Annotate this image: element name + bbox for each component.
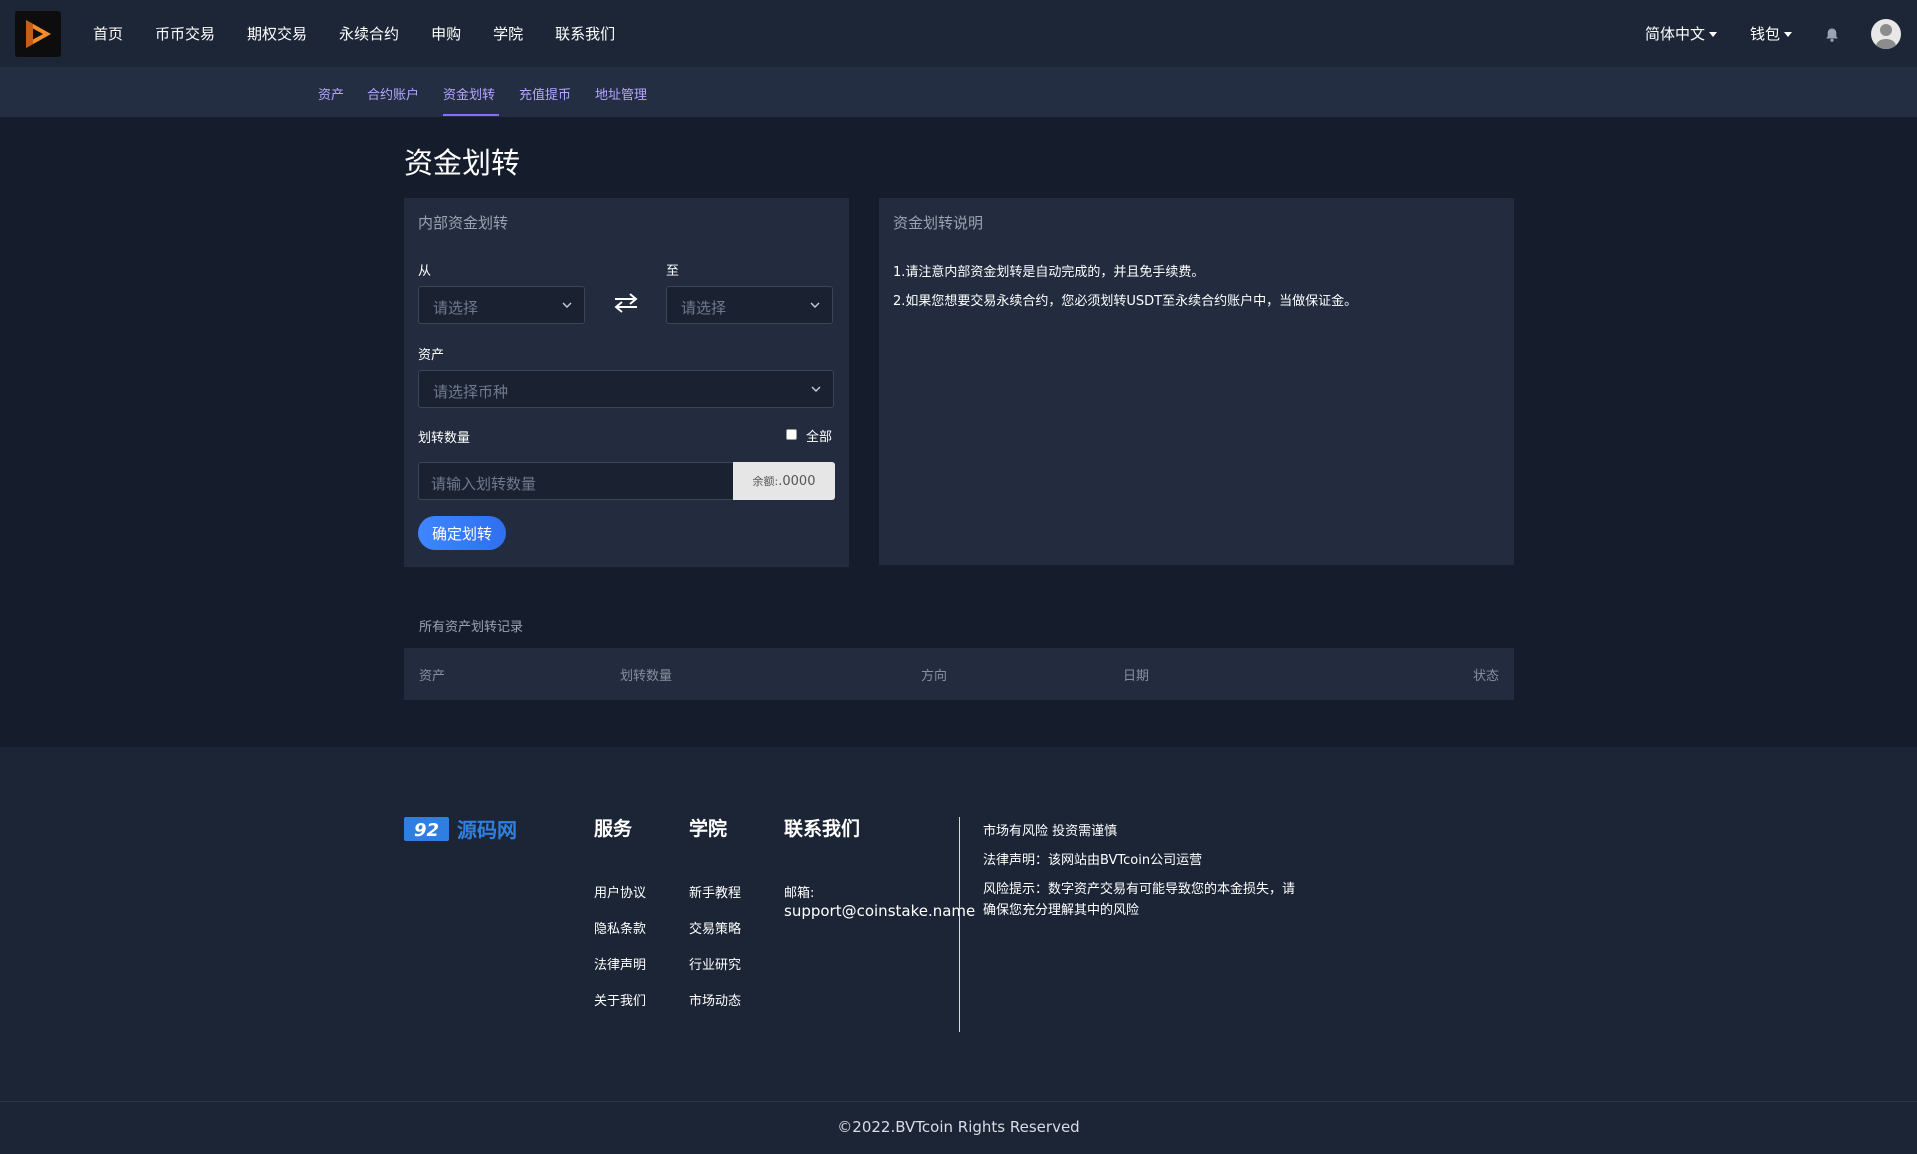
footer-link-beginner[interactable]: 新手教程 [689, 882, 741, 901]
wallet-label: 钱包 [1750, 25, 1781, 43]
chevron-down-icon [811, 386, 821, 392]
transfer-notes-panel: 资金划转说明 1.请注意内部资金划转是自动完成的，并且免手续费。 2.如果您想要… [879, 198, 1514, 565]
nav-perpetual[interactable]: 永续合约 [339, 23, 399, 44]
asset-label: 资产 [418, 348, 445, 363]
chevron-down-icon [810, 302, 820, 308]
to-select[interactable]: 请选择 [666, 286, 833, 324]
balance-label: 余额: [752, 475, 779, 488]
nav-subscribe[interactable]: 申购 [431, 23, 461, 44]
footer-academy-title: 学院 [689, 818, 728, 840]
footer-divider [959, 817, 960, 1032]
notes-list: 1.请注意内部资金划转是自动完成的，并且免手续费。 2.如果您想要交易永续合约，… [893, 258, 1357, 316]
confirm-transfer-button[interactable]: 确定划转 [418, 516, 506, 550]
from-select-placeholder: 请选择 [433, 299, 479, 317]
footer-link-about[interactable]: 关于我们 [594, 990, 646, 1009]
all-label: 全部 [806, 430, 833, 445]
subnav-address-management[interactable]: 地址管理 [595, 84, 647, 103]
from-select[interactable]: 请选择 [418, 286, 585, 324]
column-date: 日期 [1123, 669, 1150, 684]
footer-note: 市场有风险 投资需谨慎 [983, 824, 1118, 839]
subnav-fund-transfer[interactable]: 资金划转 [443, 84, 495, 103]
swap-icon[interactable] [611, 291, 641, 315]
nav-academy[interactable]: 学院 [493, 23, 523, 44]
main-nav: 首页 币币交易 期权交易 永续合约 申购 学院 联系我们 [93, 0, 647, 67]
amount-label: 划转数量 [418, 431, 471, 446]
footer-link-research[interactable]: 行业研究 [689, 954, 741, 973]
footer-note: 确保您充分理解其中的风险 [983, 903, 1140, 918]
logo-icon [26, 20, 51, 48]
asset-select[interactable]: 请选择币种 [418, 370, 834, 408]
svg-text:92: 92 [414, 820, 439, 841]
column-status: 状态 [1472, 669, 1499, 684]
bell-icon[interactable] [1824, 27, 1840, 43]
logo[interactable] [15, 11, 61, 57]
footer-services-title: 服务 [594, 818, 633, 840]
transfer-panel: 内部资金划转 从 至 请选择 请选择 资产 请选择币种 划转数量 全部 请输入划… [404, 198, 849, 567]
subnav-assets[interactable]: 资产 [318, 84, 344, 103]
nav-options-trading[interactable]: 期权交易 [247, 23, 307, 44]
wallet-dropdown[interactable]: 钱包 [1750, 23, 1793, 44]
chevron-down-icon [1784, 32, 1793, 37]
to-select-placeholder: 请选择 [681, 299, 727, 317]
nav-contact[interactable]: 联系我们 [555, 23, 615, 44]
footer-note: 风险提示：数字资产交易有可能导致您的本金损失，请 [983, 882, 1296, 897]
footer-link-market-news[interactable]: 市场动态 [689, 990, 741, 1009]
footer-note: 法律声明：该网站由BVTcoin公司运营 [983, 853, 1203, 868]
nav-spot-trading[interactable]: 币币交易 [155, 23, 215, 44]
balance-value: .0000 [778, 473, 816, 489]
active-tab-indicator [443, 114, 499, 116]
amount-input-placeholder: 请输入划转数量 [431, 475, 537, 493]
balance-display: 余额: .0000 [733, 462, 835, 500]
user-icon [1876, 24, 1896, 49]
language-dropdown[interactable]: 简体中文 [1645, 23, 1718, 44]
footer-contact-title: 联系我们 [784, 818, 861, 840]
column-amount: 划转数量 [620, 669, 673, 684]
transfer-panel-title: 内部资金划转 [418, 214, 509, 232]
column-direction: 方向 [921, 669, 948, 684]
from-label: 从 [418, 264, 432, 279]
notes-title: 资金划转说明 [893, 214, 984, 232]
all-checkbox[interactable] [786, 429, 797, 440]
footer-email[interactable]: support@coinstake.name [784, 902, 975, 920]
note-line: 1.请注意内部资金划转是自动完成的，并且免手续费。 [893, 265, 1205, 280]
nav-home[interactable]: 首页 [93, 23, 123, 44]
svg-text:源码网: 源码网 [457, 818, 517, 842]
amount-input[interactable]: 请输入划转数量 [418, 462, 738, 500]
footer: 92 源码网 服务 用户协议 隐私条款 法律声明 关于我们 学院 新手教程 交易… [0, 747, 1917, 1101]
avatar[interactable] [1871, 19, 1901, 49]
copyright-bar: ©2022.BVTcoin Rights Reserved [0, 1101, 1917, 1154]
footer-link-strategy[interactable]: 交易策略 [689, 918, 741, 937]
language-label: 简体中文 [1645, 25, 1706, 43]
chevron-down-icon [1709, 32, 1718, 37]
footer-email-label: 邮箱: [784, 886, 815, 901]
sub-navbar: 资产 合约账户 资金划转 充值提币 地址管理 [0, 67, 1917, 117]
footer-link-privacy[interactable]: 隐私条款 [594, 918, 646, 937]
subnav-deposit-withdraw[interactable]: 充值提币 [519, 84, 571, 103]
footer-link-user-agreement[interactable]: 用户协议 [594, 882, 646, 901]
records-table-header: 资产 划转数量 方向 日期 状态 [404, 648, 1514, 700]
records-title: 所有资产划转记录 [419, 620, 524, 635]
chevron-down-icon [562, 302, 572, 308]
page-title: 资金划转 [404, 146, 521, 180]
copyright: ©2022.BVTcoin Rights Reserved [837, 1118, 1080, 1136]
column-asset: 资产 [419, 669, 446, 684]
to-label: 至 [666, 264, 680, 279]
footer-link-legal[interactable]: 法律声明 [594, 954, 646, 973]
brand-logo[interactable]: 92 源码网 [404, 814, 538, 844]
asset-select-placeholder: 请选择币种 [433, 383, 509, 401]
subnav-contract-account[interactable]: 合约账户 [367, 84, 419, 103]
top-navbar: 首页 币币交易 期权交易 永续合约 申购 学院 联系我们 简体中文 钱包 [0, 0, 1917, 67]
note-line: 2.如果您想要交易永续合约，您必须划转USDT至永续合约账户中，当做保证金。 [893, 294, 1358, 309]
